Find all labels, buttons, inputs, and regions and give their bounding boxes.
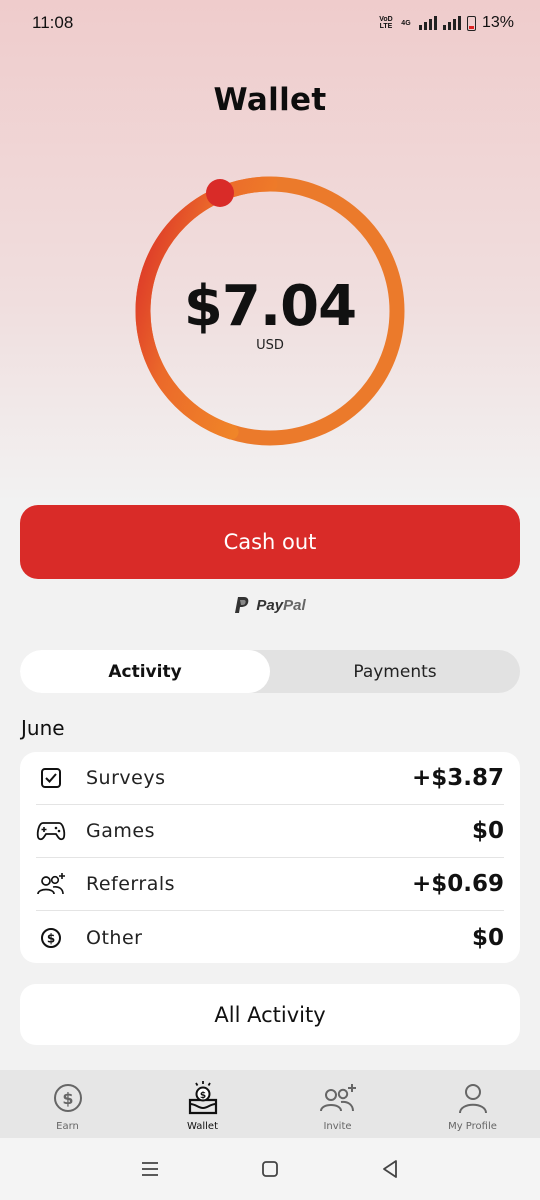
row-label: Games bbox=[86, 820, 155, 842]
back-triangle-icon bbox=[383, 1160, 397, 1178]
nav-label: My Profile bbox=[448, 1121, 497, 1132]
signal-icon-2 bbox=[442, 16, 461, 30]
tab-activity[interactable]: Activity bbox=[20, 650, 270, 693]
gamepad-icon bbox=[36, 818, 66, 844]
all-activity-button[interactable]: All Activity bbox=[20, 984, 520, 1045]
wallet-icon: $ bbox=[186, 1080, 220, 1116]
checkbox-icon bbox=[36, 765, 66, 791]
svg-text:$: $ bbox=[47, 931, 55, 945]
balance-currency: USD bbox=[256, 338, 284, 353]
row-label: Other bbox=[86, 926, 143, 949]
row-label: Referrals bbox=[86, 873, 176, 895]
page-title: Wallet bbox=[213, 82, 327, 118]
nav-wallet[interactable]: $ Wallet bbox=[135, 1070, 270, 1138]
nav-label: Invite bbox=[323, 1121, 352, 1132]
nav-earn[interactable]: $ Earn bbox=[0, 1070, 135, 1138]
bottom-nav: $ Earn $ Wallet Invite My Profile bbox=[0, 1070, 540, 1138]
row-value: +$3.87 bbox=[411, 765, 504, 791]
home-square-icon bbox=[262, 1161, 278, 1177]
paypal-logo: PayPal bbox=[0, 596, 540, 614]
back-button[interactable] bbox=[370, 1149, 410, 1189]
balance-amount: $7.04 bbox=[183, 274, 357, 339]
volte-icon: VoD LTE bbox=[379, 16, 393, 30]
referrals-icon bbox=[36, 871, 66, 897]
dollar-circle-icon: $ bbox=[53, 1080, 83, 1116]
ring-progress-knob bbox=[206, 179, 234, 207]
status-icons: VoD LTE 4G 13% bbox=[379, 14, 514, 32]
network-type-label: 4G bbox=[401, 19, 411, 27]
activity-card: Surveys +$3.87 Games $0 Referrals +$0.69… bbox=[20, 752, 520, 963]
activity-tabs: Activity Payments bbox=[20, 650, 520, 693]
nav-label: Earn bbox=[56, 1121, 79, 1132]
row-value: $0 bbox=[471, 924, 504, 951]
row-label: Surveys bbox=[86, 767, 166, 789]
battery-percent: 13% bbox=[481, 14, 514, 31]
home-button[interactable] bbox=[250, 1149, 290, 1189]
paypal-icon bbox=[235, 597, 249, 613]
svg-text:$: $ bbox=[199, 1091, 205, 1101]
svg-text:$: $ bbox=[62, 1089, 73, 1108]
menu-icon bbox=[142, 1162, 158, 1176]
row-value: +$0.69 bbox=[411, 871, 504, 897]
paypal-word-pal: Pal bbox=[283, 596, 306, 614]
cash-out-button[interactable]: Cash out bbox=[20, 505, 520, 579]
signal-icon bbox=[418, 16, 437, 30]
activity-row-referrals[interactable]: Referrals +$0.69 bbox=[36, 858, 504, 911]
battery-icon bbox=[466, 15, 476, 31]
status-time: 11:08 bbox=[32, 13, 74, 32]
month-heading: June bbox=[21, 716, 65, 740]
nav-invite[interactable]: Invite bbox=[270, 1070, 405, 1138]
system-nav-bar bbox=[0, 1138, 540, 1200]
invite-icon bbox=[319, 1080, 357, 1116]
recent-apps-button[interactable] bbox=[130, 1149, 170, 1189]
nav-label: Wallet bbox=[186, 1121, 218, 1132]
tab-payments[interactable]: Payments bbox=[270, 650, 520, 693]
paypal-word-pay: Pay bbox=[256, 596, 284, 614]
profile-icon bbox=[458, 1080, 488, 1116]
activity-row-games[interactable]: Games $0 bbox=[36, 805, 504, 858]
nav-my-profile[interactable]: My Profile bbox=[405, 1070, 540, 1138]
status-bar: 11:08 VoD LTE 4G 13% bbox=[0, 0, 540, 46]
dollar-circle-icon: $ bbox=[36, 925, 66, 951]
row-value: $0 bbox=[471, 818, 504, 844]
activity-row-surveys[interactable]: Surveys +$3.87 bbox=[36, 752, 504, 805]
activity-row-other[interactable]: $ Other $0 bbox=[36, 911, 504, 964]
